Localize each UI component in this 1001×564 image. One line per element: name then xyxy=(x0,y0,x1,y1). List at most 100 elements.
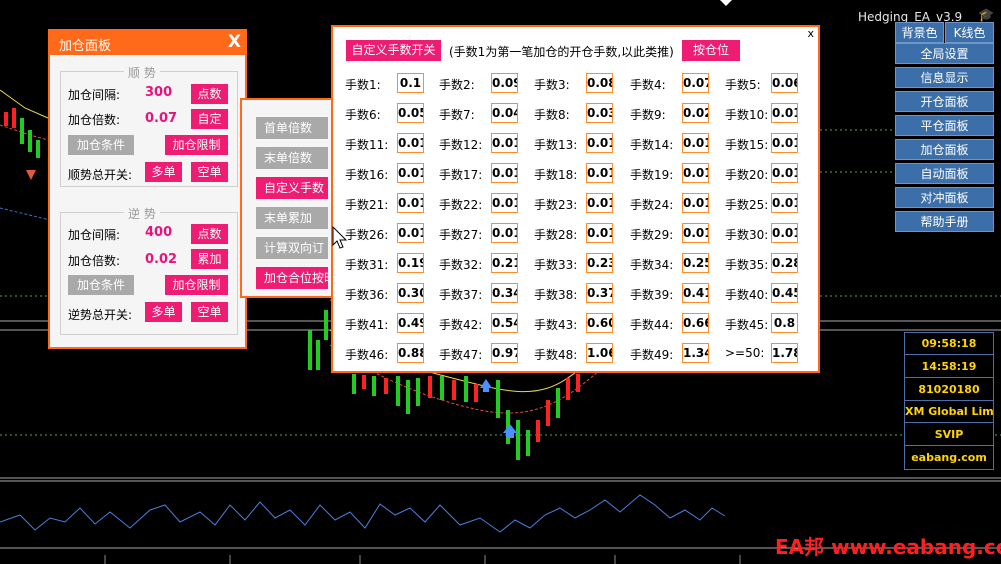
lot-input[interactable] xyxy=(771,73,798,93)
lot-input[interactable] xyxy=(397,193,424,213)
lot-input[interactable] xyxy=(397,253,424,273)
lot-input[interactable] xyxy=(586,73,613,93)
lot-label: 手数48: xyxy=(534,348,578,362)
lot-input[interactable] xyxy=(491,283,518,303)
lot-mode-button[interactable]: 首单倍数 xyxy=(256,117,328,139)
lot-input[interactable] xyxy=(491,133,518,153)
trend-limit-button[interactable]: 加仓限制 xyxy=(165,135,228,155)
side-menu-item[interactable]: 帮助手册 xyxy=(895,211,994,232)
trend-sell-button[interactable]: 空单 xyxy=(191,162,228,182)
custom-lots-toggle-button[interactable]: 自定义手数开关 xyxy=(346,40,441,61)
close-icon[interactable]: x xyxy=(807,27,814,40)
lot-input[interactable] xyxy=(586,193,613,213)
lot-input[interactable] xyxy=(397,73,424,93)
lot-input[interactable] xyxy=(682,163,709,183)
lot-input[interactable] xyxy=(491,223,518,243)
by-position-button[interactable]: 按仓位 xyxy=(682,40,740,61)
side-menu-item[interactable]: 信息显示 xyxy=(895,67,994,88)
lot-input[interactable] xyxy=(771,223,798,243)
lot-input[interactable] xyxy=(491,313,518,333)
lot-input[interactable] xyxy=(397,283,424,303)
lot-input[interactable] xyxy=(586,253,613,273)
lot-input[interactable] xyxy=(397,223,424,243)
lot-input[interactable] xyxy=(397,313,424,333)
counter-condition-button[interactable]: 加仓条件 xyxy=(68,275,134,295)
lot-label: 手数44: xyxy=(630,318,674,332)
side-menu-item[interactable]: 开仓面板 xyxy=(895,91,994,112)
lot-input[interactable] xyxy=(771,313,798,333)
lot-mode-button[interactable]: 末单倍数 xyxy=(256,147,328,169)
lot-input[interactable] xyxy=(491,253,518,273)
counter-points-button[interactable]: 点数 xyxy=(191,224,228,244)
lot-input[interactable] xyxy=(491,73,518,93)
trend-buy-button[interactable]: 多单 xyxy=(145,162,182,182)
lot-input[interactable] xyxy=(682,133,709,153)
lot-label: 手数10: xyxy=(725,108,769,122)
lot-input[interactable] xyxy=(771,103,798,123)
lot-input[interactable] xyxy=(491,343,518,363)
counter-accumulate-button[interactable]: 累加 xyxy=(191,249,228,269)
side-menu-item[interactable]: 全局设置 xyxy=(895,43,994,64)
lot-label: 手数47: xyxy=(439,348,483,362)
lot-input[interactable] xyxy=(682,313,709,333)
counter-interval-value[interactable]: 400 xyxy=(145,225,172,240)
lot-input[interactable] xyxy=(771,193,798,213)
lot-input[interactable] xyxy=(682,103,709,123)
graduation-cap-icon: 🎓 xyxy=(978,8,995,23)
lot-input[interactable] xyxy=(491,163,518,183)
lot-input[interactable] xyxy=(397,343,424,363)
lot-label: 手数14: xyxy=(630,138,674,152)
lot-input[interactable] xyxy=(771,283,798,303)
counter-buy-button[interactable]: 多单 xyxy=(145,302,182,322)
counter-limit-button[interactable]: 加仓限制 xyxy=(165,275,228,295)
lot-input[interactable] xyxy=(771,133,798,153)
lot-input[interactable] xyxy=(586,163,613,183)
trend-interval-value[interactable]: 300 xyxy=(145,85,172,100)
lot-input[interactable] xyxy=(771,253,798,273)
lot-input[interactable] xyxy=(586,283,613,303)
lot-input[interactable] xyxy=(586,313,613,333)
lot-label: 手数13: xyxy=(534,138,578,152)
close-icon[interactable]: X xyxy=(228,32,241,52)
lot-label: 手数21: xyxy=(345,198,389,212)
side-menu-item[interactable]: 平仓面板 xyxy=(895,115,994,136)
lot-input[interactable] xyxy=(586,133,613,153)
counter-multiple-value[interactable]: 0.02 xyxy=(145,252,177,267)
lot-input[interactable] xyxy=(771,163,798,183)
counter-sell-button[interactable]: 空单 xyxy=(191,302,228,322)
lot-input[interactable] xyxy=(397,103,424,123)
side-menu-item[interactable]: 自动面板 xyxy=(895,163,994,184)
lot-input[interactable] xyxy=(771,343,798,363)
trend-custom-button[interactable]: 自定 xyxy=(191,109,228,129)
lot-label: >=50: xyxy=(725,346,765,360)
background-color-button[interactable]: 背景色 xyxy=(895,22,944,43)
trend-condition-button[interactable]: 加仓条件 xyxy=(68,135,134,155)
lot-input[interactable] xyxy=(491,193,518,213)
candle-color-button[interactable]: K线色 xyxy=(945,22,994,43)
lot-input[interactable] xyxy=(682,73,709,93)
mouse-cursor-icon xyxy=(332,226,348,249)
lot-mode-button[interactable]: 自定义手数 xyxy=(256,177,328,199)
lot-input[interactable] xyxy=(682,223,709,243)
trend-interval-label: 加仓间隔: xyxy=(68,88,121,102)
side-menu-item[interactable]: 对冲面板 xyxy=(895,187,994,208)
lot-input[interactable] xyxy=(586,343,613,363)
lot-label: 手数11: xyxy=(345,138,389,152)
trend-points-button[interactable]: 点数 xyxy=(191,84,228,104)
lot-input[interactable] xyxy=(397,133,424,153)
lot-label: 手数7: xyxy=(439,108,475,122)
panel-header[interactable]: 加仓面板 X xyxy=(50,31,245,55)
lot-input[interactable] xyxy=(586,103,613,123)
lot-mode-button[interactable]: 加仓合位按时 xyxy=(256,267,328,289)
lot-mode-button[interactable]: 末单累加 xyxy=(256,207,328,229)
trend-multiple-value[interactable]: 0.07 xyxy=(145,111,177,126)
lot-mode-button[interactable]: 计算双向订 xyxy=(256,237,328,259)
lot-input[interactable] xyxy=(682,253,709,273)
lot-input[interactable] xyxy=(682,283,709,303)
lot-input[interactable] xyxy=(586,223,613,243)
lot-input[interactable] xyxy=(491,103,518,123)
side-menu-item[interactable]: 加仓面板 xyxy=(895,139,994,160)
lot-input[interactable] xyxy=(682,193,709,213)
lot-input[interactable] xyxy=(397,163,424,183)
lot-input[interactable] xyxy=(682,343,709,363)
